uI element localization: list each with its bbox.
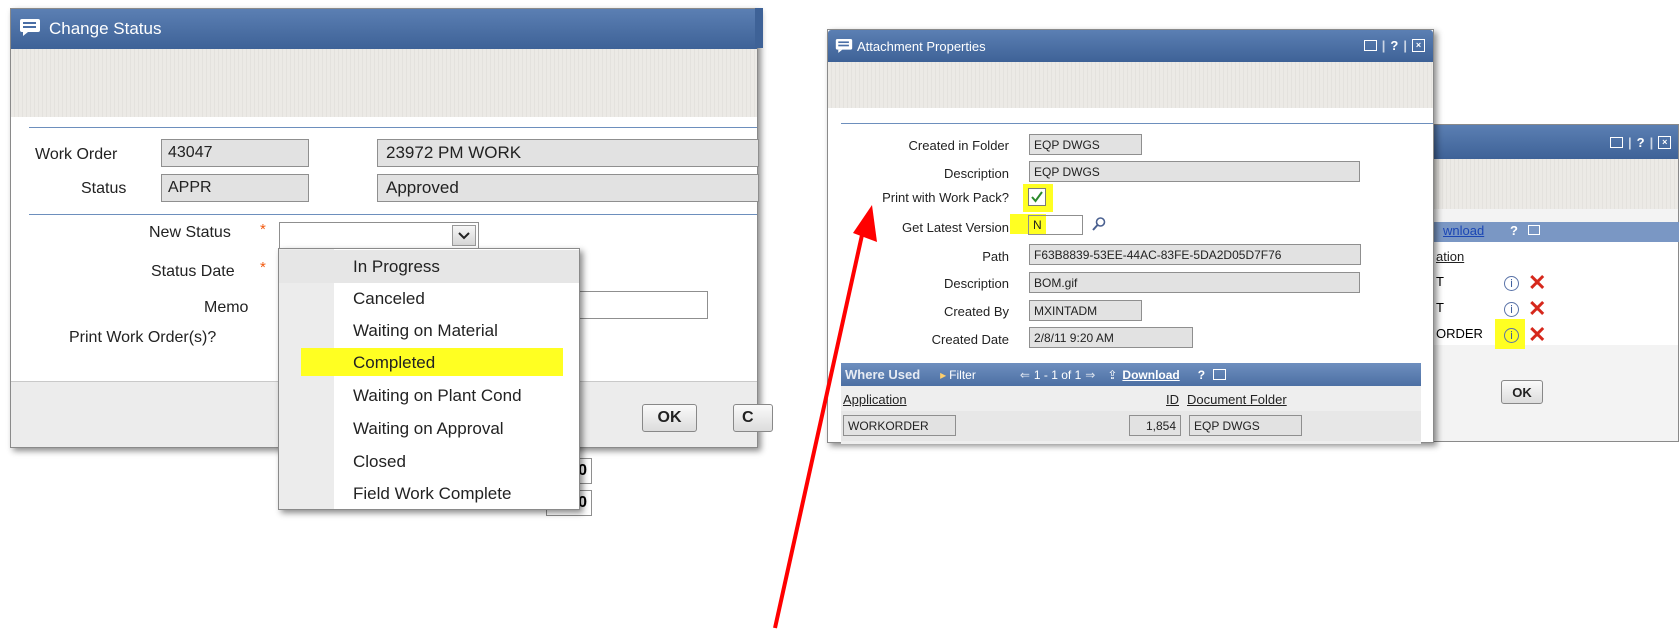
new-status-select[interactable] xyxy=(279,222,479,249)
work-order-desc-field[interactable]: 23972 PM WORK xyxy=(377,139,759,167)
dialog-icon xyxy=(835,38,853,53)
attachment-titlebar[interactable]: Attachment Properties | ? | × xyxy=(828,30,1433,62)
created-in-folder-field[interactable]: EQP DWGS xyxy=(1029,134,1142,155)
collapse-icon[interactable] xyxy=(1528,225,1540,235)
status-dropdown-list: In Progress Canceled Waiting on Material… xyxy=(278,248,580,510)
work-order-label: Work Order xyxy=(35,146,118,163)
dropdown-option[interactable]: In Progress xyxy=(279,250,579,283)
created-in-folder-label: Created in Folder xyxy=(908,138,1009,153)
background-window-controls: |? | × xyxy=(1610,134,1675,150)
path-field[interactable]: F63B8839-53EE-44AC-83FE-5DA2D05D7F76 xyxy=(1029,244,1361,265)
required-asterisk: * xyxy=(260,259,266,276)
description2-field[interactable]: BOM.gif xyxy=(1029,272,1360,293)
print-work-order-label: Print Work Order(s)? xyxy=(69,329,217,346)
dialog-title: Change Status xyxy=(49,19,162,38)
where-used-panel: Where Used ▸ Filter ⇐ 1 - 1 of 1 ⇒ ⇪ Dow… xyxy=(841,363,1421,444)
divider xyxy=(29,127,757,128)
info-icon[interactable]: i xyxy=(1504,302,1519,317)
restore-icon[interactable] xyxy=(1363,40,1377,51)
row-text: T xyxy=(1436,274,1444,289)
delete-icon[interactable]: ✕ xyxy=(1528,272,1546,294)
created-date-label: Created Date xyxy=(931,332,1009,347)
restore-icon xyxy=(1610,136,1623,148)
get-latest-version-field[interactable]: N xyxy=(1028,215,1083,235)
get-latest-version-label: Get Latest Version xyxy=(902,220,1009,235)
created-by-label: Created By xyxy=(943,304,1009,319)
work-order-field[interactable]: 43047 xyxy=(161,139,309,167)
created-date-field[interactable]: 2/8/11 9:20 AM xyxy=(1029,327,1193,348)
where-used-header: Where Used ▸ Filter ⇐ 1 - 1 of 1 ⇒ ⇪ Dow… xyxy=(841,363,1421,386)
download-link[interactable]: Download xyxy=(1122,368,1179,382)
status-date-label: Status Date xyxy=(151,263,235,280)
chevron-down-icon[interactable] xyxy=(452,225,476,246)
dialog-title: Attachment Properties xyxy=(857,38,986,54)
info-icon[interactable]: i xyxy=(1504,276,1519,291)
column-header[interactable]: ation xyxy=(1436,249,1464,264)
status-desc-field[interactable]: Approved xyxy=(377,174,759,202)
delete-icon[interactable]: ✕ xyxy=(1528,298,1546,320)
created-by-field[interactable]: MXINTADM xyxy=(1029,300,1142,321)
filter-link[interactable]: Filter xyxy=(949,368,976,382)
attachment-toolbar xyxy=(828,62,1433,108)
status-field[interactable]: APPR xyxy=(161,174,309,202)
column-document-folder[interactable]: Document Folder xyxy=(1187,392,1287,407)
column-id[interactable]: ID xyxy=(1166,392,1179,407)
prev-icon[interactable]: ⇐ xyxy=(1020,368,1030,382)
close-icon[interactable]: × xyxy=(1412,39,1425,52)
help-icon[interactable]: ? xyxy=(1198,368,1205,382)
row-text: ORDER xyxy=(1436,326,1483,341)
cell-document-folder: EQP DWGS xyxy=(1189,415,1302,436)
download-icon[interactable]: ⇪ xyxy=(1107,368,1117,382)
dropdown-option[interactable]: Waiting on Material xyxy=(279,314,579,347)
description-label: Description xyxy=(943,166,1009,181)
dialog-edge xyxy=(755,8,763,48)
help-icon[interactable]: ? xyxy=(1390,38,1398,53)
divider xyxy=(841,123,1433,124)
download-link[interactable]: wnload xyxy=(1443,223,1484,238)
dialog-icon xyxy=(19,18,41,36)
dropdown-option[interactable]: Canceled xyxy=(279,282,579,315)
ok-button[interactable]: OK xyxy=(1501,380,1543,404)
dropdown-option-completed[interactable]: Completed xyxy=(279,346,579,379)
change-status-titlebar[interactable]: Change Status xyxy=(11,9,757,49)
print-with-work-pack-label: Print with Work Pack? xyxy=(882,190,1009,205)
annotation-arrow xyxy=(773,205,877,629)
checkmark-icon xyxy=(1031,191,1043,203)
close-icon: × xyxy=(1658,135,1672,149)
print-work-pack-checkbox[interactable] xyxy=(1028,188,1046,206)
new-status-label: New Status xyxy=(149,224,231,241)
divider xyxy=(29,214,757,215)
dropdown-option[interactable]: Field Work Complete xyxy=(279,477,579,510)
dropdown-option[interactable]: Waiting on Plant Cond xyxy=(279,379,579,412)
next-icon[interactable]: ⇒ xyxy=(1085,368,1095,382)
path-label: Path xyxy=(982,249,1009,264)
required-asterisk: * xyxy=(260,221,266,238)
dropdown-option[interactable]: Waiting on Approval xyxy=(279,412,579,445)
ok-button[interactable]: OK xyxy=(642,404,697,432)
description2-label: Description xyxy=(943,276,1009,291)
window-controls: | ? | × xyxy=(1363,38,1425,53)
help-icon[interactable]: ? xyxy=(1510,223,1518,238)
description-field[interactable]: EQP DWGS xyxy=(1029,161,1360,182)
info-icon[interactable]: i xyxy=(1504,328,1519,343)
lookup-icon[interactable] xyxy=(1091,216,1107,237)
dropdown-option[interactable]: Closed xyxy=(279,445,579,478)
delete-icon[interactable]: ✕ xyxy=(1528,324,1546,346)
filter-icon[interactable]: ▸ xyxy=(940,368,946,382)
attachment-properties-dialog: Attachment Properties | ? | × Created in… xyxy=(827,29,1434,444)
status-label: Status xyxy=(81,180,127,197)
table-row[interactable]: WORKORDER 1,854 EQP DWGS xyxy=(841,411,1421,441)
row-text: T xyxy=(1436,300,1444,315)
collapse-icon[interactable] xyxy=(1213,369,1227,380)
change-status-toolbar xyxy=(11,49,757,117)
memo-label: Memo xyxy=(204,299,249,316)
pagination-text: 1 - 1 of 1 xyxy=(1033,367,1082,382)
cell-id: 1,854 xyxy=(1129,415,1181,436)
